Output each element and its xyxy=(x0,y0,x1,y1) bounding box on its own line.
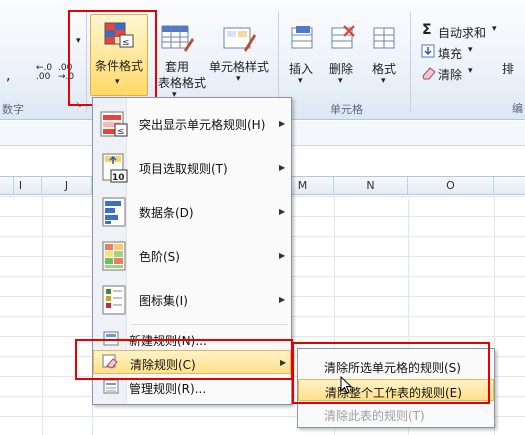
chevron-down-icon[interactable]: ▾ xyxy=(468,45,473,55)
menu-item-data-bars[interactable]: 数据条(D) ▶ xyxy=(93,190,291,234)
column-header-N[interactable]: N xyxy=(334,177,408,195)
cell-styles-icon xyxy=(223,27,256,52)
icon-sets-icon xyxy=(102,285,126,315)
chevron-down-icon[interactable]: ▾ xyxy=(298,76,303,86)
highlight-box-ribbon xyxy=(68,10,157,106)
clear-label[interactable]: 清除 xyxy=(438,66,462,83)
format-as-table-label-2[interactable]: 表格格式 xyxy=(158,74,206,91)
autosum-label[interactable]: 自动求和 xyxy=(438,24,486,41)
format-as-table-icon xyxy=(161,25,194,52)
chevron-down-icon[interactable]: ▾ xyxy=(381,76,386,86)
column-header-O[interactable]: O xyxy=(408,177,494,195)
menu-item-label: 图标集(I) xyxy=(139,294,188,308)
submenu-arrow-icon: ▶ xyxy=(279,251,286,260)
chevron-down-icon[interactable]: ▾ xyxy=(338,76,343,86)
separator xyxy=(410,12,411,112)
insert-cells-icon xyxy=(291,26,313,49)
menu-item-label: 突出显示单元格规则(H) xyxy=(139,118,266,132)
number-group-label: 数字 xyxy=(2,103,24,116)
menu-item-highlight-cells-rules[interactable]: ≤ 突出显示单元格规则(H) ▶ xyxy=(93,102,291,146)
eraser-icon xyxy=(422,67,436,80)
menu-divider xyxy=(131,324,287,325)
column-header-J[interactable]: J xyxy=(42,177,92,195)
format-as-table-label-1[interactable]: 套用 xyxy=(165,58,189,75)
menu-item-label: 管理规则(R)... xyxy=(129,382,207,396)
column-header[interactable] xyxy=(494,177,525,195)
mouse-cursor-icon xyxy=(340,376,353,394)
chevron-down-icon[interactable]: ▾ xyxy=(468,66,473,76)
menu-item-color-scales[interactable]: 色阶(S) ▶ xyxy=(93,234,291,278)
insert-label[interactable]: 插入 xyxy=(289,60,313,77)
format-cells-icon xyxy=(373,27,395,49)
highlight-cells-icon: ≤ xyxy=(100,111,128,137)
column-header-I[interactable]: I xyxy=(0,177,42,195)
format-label[interactable]: 格式 xyxy=(372,60,396,77)
cells-group-label: 单元格 xyxy=(330,103,363,116)
color-scales-icon xyxy=(102,241,126,271)
chevron-down-icon[interactable]: ▾ xyxy=(236,74,241,84)
svg-text:10: 10 xyxy=(112,173,125,183)
submenu-item-clear-this-table: 清除此表的规则(T) xyxy=(298,403,494,425)
data-bars-icon xyxy=(102,197,126,227)
highlight-box-clear-rules xyxy=(75,339,293,380)
editing-group-label-fragment: 编 xyxy=(512,102,523,115)
top-bottom-rules-icon: 10 xyxy=(102,153,128,183)
sort-filter-label[interactable]: 排 xyxy=(502,60,514,77)
menu-item-label: 数据条(D) xyxy=(139,206,194,220)
highlight-box-submenu xyxy=(292,342,490,404)
fill-icon xyxy=(421,44,435,58)
delete-label[interactable]: 删除 xyxy=(329,60,353,77)
submenu-arrow-icon: ▶ xyxy=(279,163,286,172)
manage-rules-icon xyxy=(103,379,119,394)
chevron-down-icon[interactable]: ▾ xyxy=(492,24,497,34)
menu-item-label: 色阶(S) xyxy=(139,250,180,264)
menu-item-label: 项目选取规则(T) xyxy=(139,162,228,176)
submenu-arrow-icon: ▶ xyxy=(279,295,286,304)
submenu-item-label: 清除此表的规则(T) xyxy=(324,409,425,423)
autosum-icon: Σ xyxy=(422,22,432,38)
comma-style-button[interactable]: , xyxy=(6,68,10,84)
increase-decimal-button[interactable]: ←.0.00 xyxy=(36,64,52,82)
svg-text:≤: ≤ xyxy=(117,127,125,137)
menu-item-top-bottom-rules[interactable]: 10 项目选取规则(T) ▶ xyxy=(93,146,291,190)
submenu-arrow-icon: ▶ xyxy=(279,119,286,128)
fill-label[interactable]: 填充 xyxy=(438,45,462,62)
delete-cells-icon xyxy=(331,25,355,49)
cell-styles-label[interactable]: 单元格样式 xyxy=(209,58,269,75)
menu-item-icon-sets[interactable]: 图标集(I) ▶ xyxy=(93,278,291,322)
submenu-arrow-icon: ▶ xyxy=(279,207,286,216)
